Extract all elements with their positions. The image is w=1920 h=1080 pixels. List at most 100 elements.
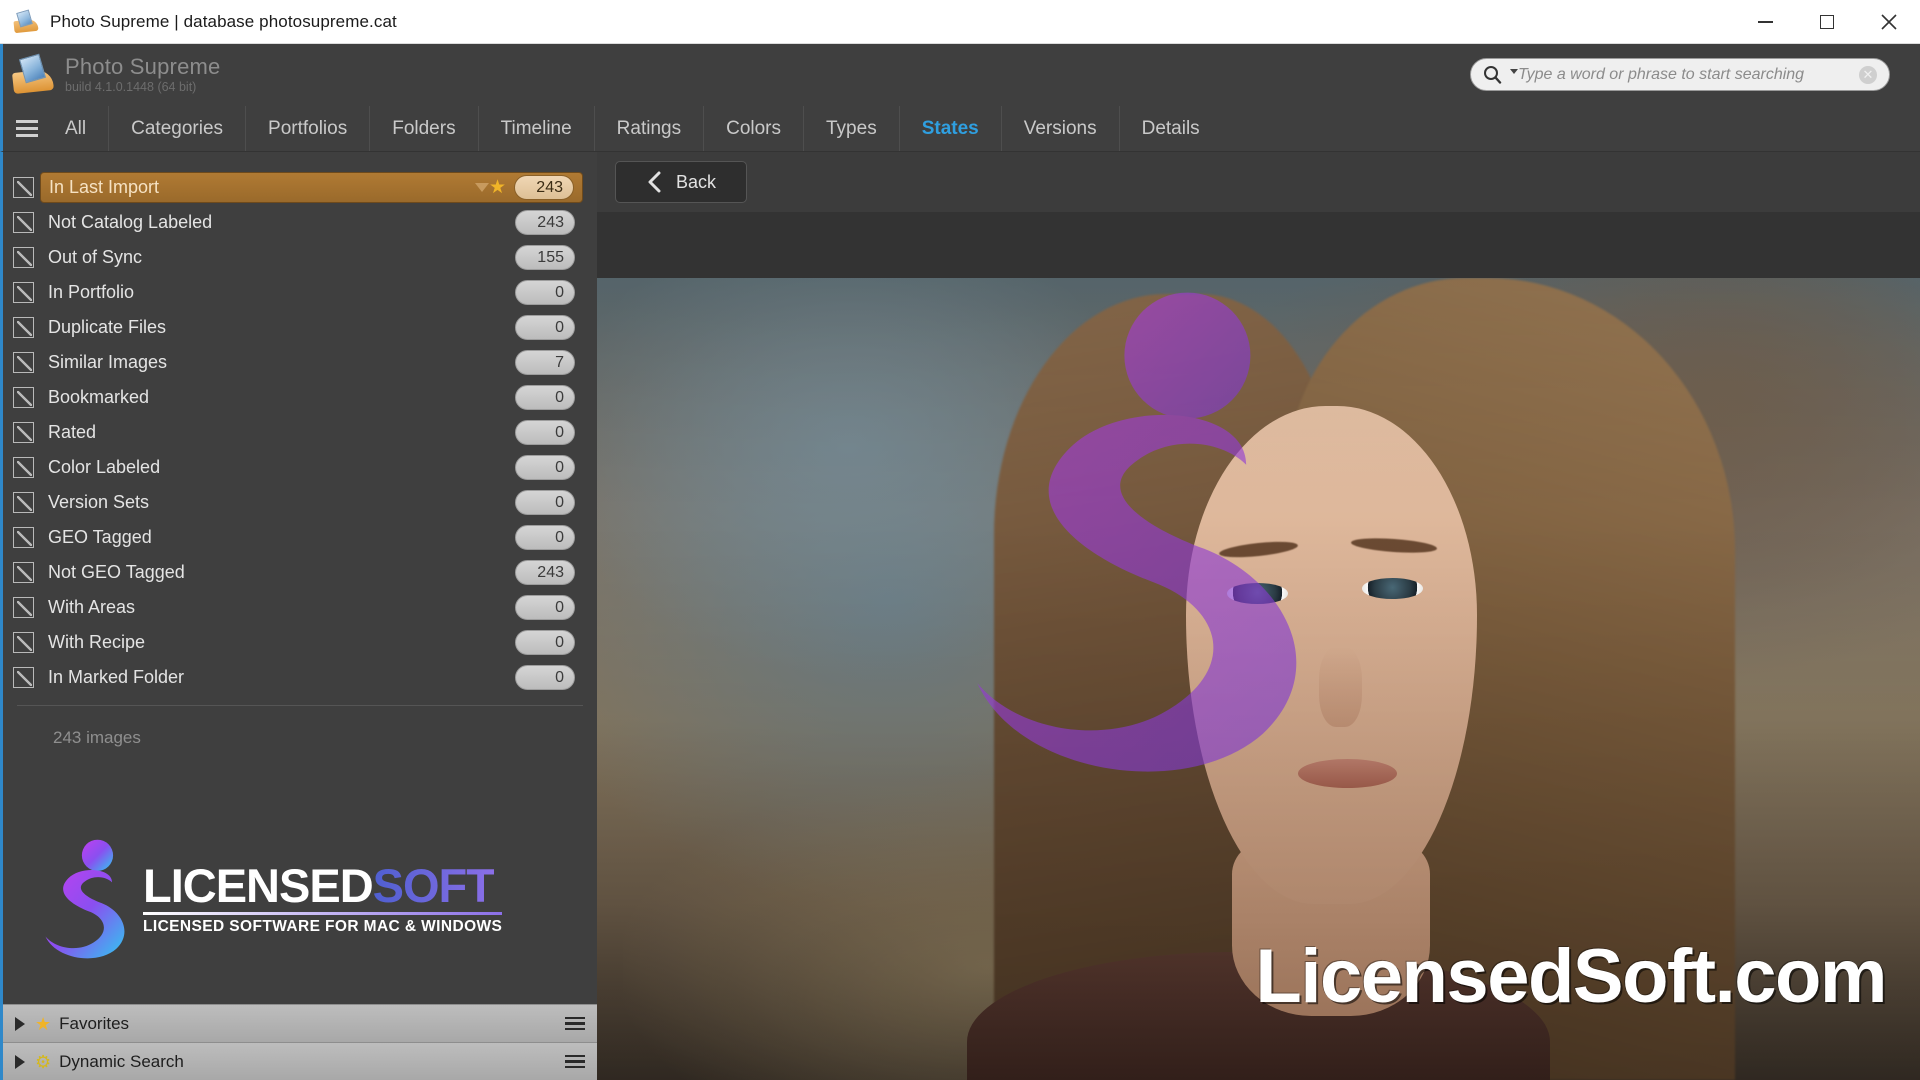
sort-descending-icon[interactable] (474, 183, 489, 192)
state-label: GEO Tagged (48, 527, 152, 547)
state-row[interactable]: In Portfolio 0 (3, 275, 597, 310)
panel-dynamic-search-label: Dynamic Search (59, 1051, 184, 1071)
state-label: Not GEO Tagged (48, 562, 185, 582)
state-row-inner: Bookmarked 0 (40, 382, 583, 413)
app-branding: Photo Supreme build 4.1.0.1448 (64 bit) (3, 53, 221, 94)
state-checkbox-icon[interactable] (13, 632, 34, 653)
state-checkbox-icon[interactable] (13, 597, 34, 618)
states-sidebar: In Last Import ★ 243 Not Catalog Labeled 243… (0, 152, 597, 1080)
state-count-badge: 0 (515, 490, 575, 515)
state-row[interactable]: Bookmarked 0 (3, 380, 597, 415)
tab-portfolios[interactable]: Portfolios (246, 106, 371, 151)
state-row-inner: Not Catalog Labeled 243 (40, 207, 583, 238)
state-label: Similar Images (48, 352, 168, 372)
state-count-badge: 243 (515, 560, 575, 585)
tab-categories[interactable]: Categories (109, 106, 247, 151)
state-row[interactable]: In Marked Folder 0 (3, 660, 597, 695)
star-icon[interactable]: ★ (489, 178, 506, 197)
licensedsoft-mark-icon (45, 839, 125, 959)
state-row-inner: Rated 0 (40, 417, 583, 448)
tab-details[interactable]: Details (1120, 106, 1222, 151)
state-count-badge: 0 (515, 595, 575, 620)
image-count-label: 243 images (53, 728, 141, 747)
state-checkbox-icon[interactable] (13, 212, 34, 233)
close-button[interactable] (1858, 0, 1920, 44)
hamburger-menu-icon[interactable] (3, 106, 43, 151)
tab-all[interactable]: All (43, 106, 110, 151)
tab-colors[interactable]: Colors (704, 106, 804, 151)
state-checkbox-icon[interactable] (13, 492, 34, 513)
site-watermark: LicensedSoft.com (1255, 934, 1887, 1019)
state-count-badge: 243 (515, 210, 575, 235)
panel-favorites[interactable]: ★ Favorites (3, 1004, 597, 1042)
state-checkbox-icon[interactable] (13, 317, 34, 338)
photo-supreme-icon (13, 8, 39, 33)
back-button-label: Back (675, 171, 717, 192)
state-checkbox-icon[interactable] (13, 667, 34, 688)
state-row[interactable]: With Areas 0 (3, 590, 597, 625)
search-icon[interactable] (1483, 65, 1502, 84)
licensedsoft-logo: LICENSEDSOFT LICENSED SOFTWARE FOR MAC &… (33, 836, 503, 962)
state-checkbox-icon[interactable] (13, 247, 34, 268)
state-checkbox-icon[interactable] (13, 422, 34, 443)
state-row[interactable]: With Recipe 0 (3, 625, 597, 660)
back-button[interactable]: Back (615, 161, 747, 203)
state-checkbox-icon[interactable] (13, 352, 34, 373)
window-controls (1734, 0, 1920, 44)
state-row-inner: In Portfolio 0 (40, 277, 583, 308)
state-checkbox-icon[interactable] (13, 457, 34, 478)
app-body: In Last Import ★ 243 Not Catalog Labeled 243… (0, 152, 1920, 1080)
state-row[interactable]: Rated 0 (3, 415, 597, 450)
content-strip (597, 212, 1920, 278)
state-row[interactable]: Similar Images 7 (3, 345, 597, 380)
panel-menu-icon[interactable] (565, 1054, 585, 1069)
states-list: In Last Import ★ 243 Not Catalog Labeled 243… (3, 152, 597, 695)
state-row[interactable]: Out of Sync 155 (3, 240, 597, 275)
maximize-button[interactable] (1796, 0, 1858, 44)
state-row-inner: Color Labeled 0 (40, 452, 583, 483)
search-input[interactable] (1518, 65, 1859, 84)
state-count-badge: 0 (515, 315, 575, 340)
state-label: Bookmarked (48, 387, 150, 407)
tab-folders[interactable]: Folders (370, 106, 479, 151)
panel-menu-icon[interactable] (565, 1016, 585, 1031)
app-header: Photo Supreme build 4.1.0.1448 (64 bit) … (0, 44, 1920, 106)
state-checkbox-icon[interactable] (13, 177, 34, 198)
gear-icon: ⚙ (35, 1051, 52, 1072)
expand-arrow-icon[interactable] (15, 1054, 25, 1069)
tab-types[interactable]: Types (804, 106, 900, 151)
expand-arrow-icon[interactable] (15, 1016, 25, 1031)
state-row-inner: Not GEO Tagged 243 (40, 557, 583, 588)
state-count-badge: 0 (515, 525, 575, 550)
state-row-inner: In Marked Folder 0 (40, 662, 583, 693)
search-box[interactable]: ✕ (1470, 58, 1890, 91)
state-checkbox-icon[interactable] (13, 562, 34, 583)
state-row[interactable]: In Last Import ★ 243 (3, 170, 597, 205)
tab-states[interactable]: States (900, 106, 1002, 151)
state-row[interactable]: Not Catalog Labeled 243 (3, 205, 597, 240)
window-title: Photo Supreme | database photosupreme.ca… (50, 11, 397, 31)
state-row[interactable]: Color Labeled 0 (3, 450, 597, 485)
state-checkbox-icon[interactable] (13, 527, 34, 548)
tab-timeline[interactable]: Timeline (479, 106, 595, 151)
search-dropdown-caret-icon[interactable] (1510, 69, 1518, 74)
clear-icon[interactable]: ✕ (1859, 65, 1877, 84)
state-row-inner: With Areas 0 (40, 592, 583, 623)
state-label: In Last Import (49, 177, 160, 197)
app-name: Photo Supreme (65, 54, 221, 80)
state-checkbox-icon[interactable] (13, 282, 34, 303)
state-row[interactable]: Duplicate Files 0 (3, 310, 597, 345)
panel-dynamic-search[interactable]: ⚙ Dynamic Search (3, 1042, 597, 1080)
state-row[interactable]: GEO Tagged 0 (3, 520, 597, 555)
state-label: Out of Sync (48, 247, 143, 267)
state-label: Color Labeled (48, 457, 161, 477)
state-row[interactable]: Version Sets 0 (3, 485, 597, 520)
state-row-inner: GEO Tagged 0 (40, 522, 583, 553)
minimize-button[interactable] (1734, 0, 1796, 44)
state-count-badge: 0 (515, 385, 575, 410)
state-label: In Marked Folder (48, 667, 185, 687)
tab-ratings[interactable]: Ratings (595, 106, 705, 151)
state-row[interactable]: Not GEO Tagged 243 (3, 555, 597, 590)
state-checkbox-icon[interactable] (13, 387, 34, 408)
tab-versions[interactable]: Versions (1002, 106, 1120, 151)
